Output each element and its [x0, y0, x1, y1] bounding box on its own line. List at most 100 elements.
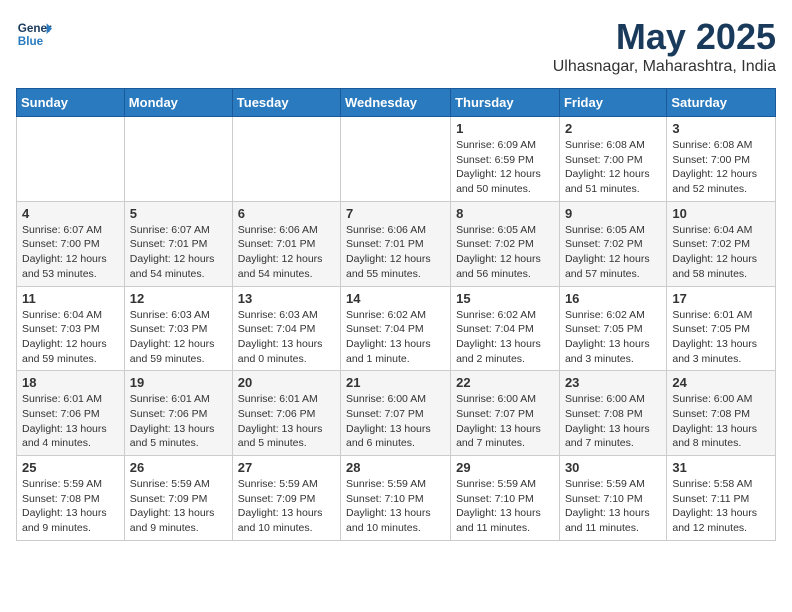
day-cell: 23 Sunrise: 6:00 AM Sunset: 7:08 PM Dayli… [559, 371, 666, 456]
day-cell: 13 Sunrise: 6:03 AM Sunset: 7:04 PM Dayli… [232, 286, 340, 371]
day-cell: 1 Sunrise: 6:09 AM Sunset: 6:59 PM Daylig… [451, 117, 560, 202]
day-cell: 5Sunrise: 6:07 AM Sunset: 7:01 PM Daylig… [124, 201, 232, 286]
day-info: Sunrise: 6:03 AM Sunset: 7:04 PM Dayligh… [238, 308, 335, 367]
day-cell: 26 Sunrise: 5:59 AM Sunset: 7:09 PM Dayli… [124, 456, 232, 541]
day-cell [232, 117, 340, 202]
day-cell [124, 117, 232, 202]
weekday-header-sunday: Sunday [17, 89, 125, 117]
day-info: Sunrise: 6:09 AM Sunset: 6:59 PM Dayligh… [456, 138, 554, 197]
svg-text:Blue: Blue [18, 35, 44, 48]
day-info: Sunrise: 6:08 AM Sunset: 7:00 PM Dayligh… [565, 138, 661, 197]
day-number: 26 [130, 460, 227, 475]
day-info: Sunrise: 6:07 AM Sunset: 7:00 PM Dayligh… [22, 223, 119, 282]
day-info: Sunrise: 5:59 AM Sunset: 7:10 PM Dayligh… [456, 477, 554, 536]
logo: General Blue [16, 16, 52, 52]
day-cell: 3 Sunrise: 6:08 AM Sunset: 7:00 PM Daylig… [667, 117, 776, 202]
day-info: Sunrise: 6:07 AM Sunset: 7:01 PM Dayligh… [130, 223, 227, 282]
week-row-2: 4 Sunrise: 6:07 AM Sunset: 7:00 PM Daylig… [17, 201, 776, 286]
day-info: Sunrise: 5:59 AM Sunset: 7:10 PM Dayligh… [565, 477, 661, 536]
week-row-4: 18Sunrise: 6:01 AM Sunset: 7:06 PM Dayli… [17, 371, 776, 456]
day-info: Sunrise: 6:01 AM Sunset: 7:06 PM Dayligh… [238, 392, 335, 451]
day-number: 9 [565, 206, 661, 221]
week-row-5: 25Sunrise: 5:59 AM Sunset: 7:08 PM Dayli… [17, 456, 776, 541]
month-title: May 2025 [553, 16, 776, 58]
day-number: 8 [456, 206, 554, 221]
day-number: 28 [346, 460, 445, 475]
day-cell: 16Sunrise: 6:02 AM Sunset: 7:05 PM Dayli… [559, 286, 666, 371]
day-cell: 31 Sunrise: 5:58 AM Sunset: 7:11 PM Dayli… [667, 456, 776, 541]
weekday-header-row: SundayMondayTuesdayWednesdayThursdayFrid… [17, 89, 776, 117]
logo-icon: General Blue [16, 16, 52, 52]
week-row-1: 1 Sunrise: 6:09 AM Sunset: 6:59 PM Daylig… [17, 117, 776, 202]
day-number: 7 [346, 206, 445, 221]
day-cell: 28 Sunrise: 5:59 AM Sunset: 7:10 PM Dayli… [341, 456, 451, 541]
day-number: 23 [565, 375, 661, 390]
weekday-header-wednesday: Wednesday [341, 89, 451, 117]
day-number: 15 [456, 291, 554, 306]
day-cell: 29Sunrise: 5:59 AM Sunset: 7:10 PM Dayli… [451, 456, 560, 541]
title-area: May 2025 Ulhasnagar, Maharashtra, India [553, 16, 776, 76]
day-number: 21 [346, 375, 445, 390]
weekday-header-saturday: Saturday [667, 89, 776, 117]
day-number: 10 [672, 206, 770, 221]
day-number: 11 [22, 291, 119, 306]
day-number: 22 [456, 375, 554, 390]
day-cell: 9 Sunrise: 6:05 AM Sunset: 7:02 PM Daylig… [559, 201, 666, 286]
day-cell: 14Sunrise: 6:02 AM Sunset: 7:04 PM Dayli… [341, 286, 451, 371]
day-info: Sunrise: 6:00 AM Sunset: 7:07 PM Dayligh… [456, 392, 554, 451]
day-number: 1 [456, 121, 554, 136]
day-info: Sunrise: 6:01 AM Sunset: 7:06 PM Dayligh… [22, 392, 119, 451]
day-info: Sunrise: 6:01 AM Sunset: 7:05 PM Dayligh… [672, 308, 770, 367]
weekday-header-friday: Friday [559, 89, 666, 117]
day-info: Sunrise: 5:59 AM Sunset: 7:09 PM Dayligh… [238, 477, 335, 536]
day-cell: 24Sunrise: 6:00 AM Sunset: 7:08 PM Dayli… [667, 371, 776, 456]
day-cell: 22 Sunrise: 6:00 AM Sunset: 7:07 PM Dayli… [451, 371, 560, 456]
day-cell: 21Sunrise: 6:00 AM Sunset: 7:07 PM Dayli… [341, 371, 451, 456]
day-info: Sunrise: 5:59 AM Sunset: 7:10 PM Dayligh… [346, 477, 445, 536]
day-cell: 2Sunrise: 6:08 AM Sunset: 7:00 PM Daylig… [559, 117, 666, 202]
day-number: 20 [238, 375, 335, 390]
day-info: Sunrise: 6:05 AM Sunset: 7:02 PM Dayligh… [456, 223, 554, 282]
weekday-header-tuesday: Tuesday [232, 89, 340, 117]
day-number: 24 [672, 375, 770, 390]
day-number: 19 [130, 375, 227, 390]
day-info: Sunrise: 6:04 AM Sunset: 7:03 PM Dayligh… [22, 308, 119, 367]
weekday-header-monday: Monday [124, 89, 232, 117]
day-number: 31 [672, 460, 770, 475]
calendar-table: SundayMondayTuesdayWednesdayThursdayFrid… [16, 88, 776, 541]
day-info: Sunrise: 6:06 AM Sunset: 7:01 PM Dayligh… [238, 223, 335, 282]
day-cell: 15 Sunrise: 6:02 AM Sunset: 7:04 PM Dayli… [451, 286, 560, 371]
day-cell [17, 117, 125, 202]
location-title: Ulhasnagar, Maharashtra, India [553, 58, 776, 76]
day-cell: 4 Sunrise: 6:07 AM Sunset: 7:00 PM Daylig… [17, 201, 125, 286]
day-number: 4 [22, 206, 119, 221]
day-number: 27 [238, 460, 335, 475]
day-number: 12 [130, 291, 227, 306]
day-cell: 17 Sunrise: 6:01 AM Sunset: 7:05 PM Dayli… [667, 286, 776, 371]
day-info: Sunrise: 5:59 AM Sunset: 7:09 PM Dayligh… [130, 477, 227, 536]
day-cell: 19 Sunrise: 6:01 AM Sunset: 7:06 PM Dayli… [124, 371, 232, 456]
day-cell: 27 Sunrise: 5:59 AM Sunset: 7:09 PM Dayli… [232, 456, 340, 541]
day-number: 30 [565, 460, 661, 475]
day-info: Sunrise: 6:06 AM Sunset: 7:01 PM Dayligh… [346, 223, 445, 282]
day-info: Sunrise: 5:58 AM Sunset: 7:11 PM Dayligh… [672, 477, 770, 536]
day-info: Sunrise: 6:05 AM Sunset: 7:02 PM Dayligh… [565, 223, 661, 282]
day-number: 17 [672, 291, 770, 306]
day-number: 13 [238, 291, 335, 306]
day-cell: 30 Sunrise: 5:59 AM Sunset: 7:10 PM Dayli… [559, 456, 666, 541]
day-cell: 18Sunrise: 6:01 AM Sunset: 7:06 PM Dayli… [17, 371, 125, 456]
day-info: Sunrise: 6:08 AM Sunset: 7:00 PM Dayligh… [672, 138, 770, 197]
day-info: Sunrise: 5:59 AM Sunset: 7:08 PM Dayligh… [22, 477, 119, 536]
day-info: Sunrise: 6:01 AM Sunset: 7:06 PM Dayligh… [130, 392, 227, 451]
day-cell: 10Sunrise: 6:04 AM Sunset: 7:02 PM Dayli… [667, 201, 776, 286]
day-info: Sunrise: 6:00 AM Sunset: 7:08 PM Dayligh… [565, 392, 661, 451]
day-number: 16 [565, 291, 661, 306]
day-cell [341, 117, 451, 202]
weekday-header-thursday: Thursday [451, 89, 560, 117]
day-number: 3 [672, 121, 770, 136]
day-info: Sunrise: 6:02 AM Sunset: 7:04 PM Dayligh… [456, 308, 554, 367]
day-cell: 8 Sunrise: 6:05 AM Sunset: 7:02 PM Daylig… [451, 201, 560, 286]
header: General Blue May 2025 Ulhasnagar, Mahara… [16, 16, 776, 76]
day-info: Sunrise: 6:03 AM Sunset: 7:03 PM Dayligh… [130, 308, 227, 367]
week-row-3: 11 Sunrise: 6:04 AM Sunset: 7:03 PM Dayli… [17, 286, 776, 371]
